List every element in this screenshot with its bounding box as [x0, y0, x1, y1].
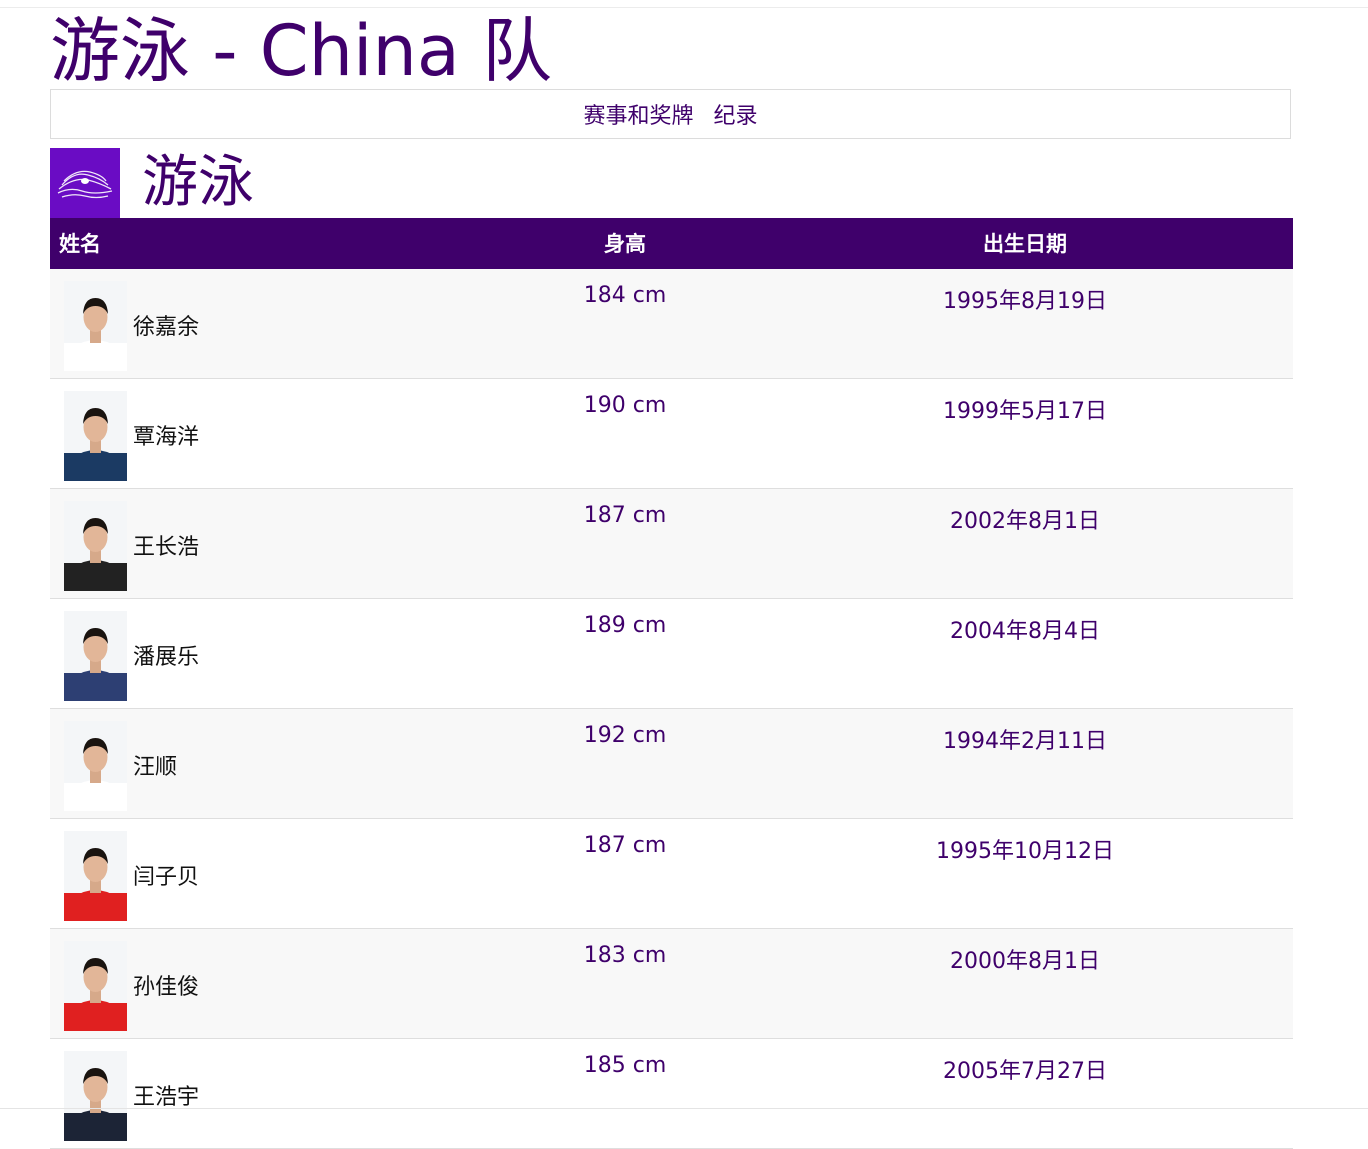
- nav-events-medals[interactable]: 赛事和奖牌: [583, 98, 693, 130]
- athlete-height: 189 cm: [583, 613, 667, 638]
- athlete-photo: [64, 391, 127, 481]
- athlete-photo: [64, 941, 127, 1031]
- page-title: 游泳 - China 队: [50, 10, 552, 92]
- athlete-name-link[interactable]: 潘展乐: [133, 639, 199, 671]
- table-row: 王长浩 187 cm 2002年8月1日: [50, 489, 1293, 599]
- swimming-pictogram-icon: [50, 148, 120, 218]
- athlete-table: 姓名 身高 出生日期 徐嘉余 184 cm 1995年8月19日 覃海洋 190…: [50, 218, 1293, 1149]
- bottom-divider: [0, 1108, 1368, 1109]
- athlete-photo: [64, 501, 127, 591]
- athlete-photo: [64, 1051, 127, 1141]
- athlete-name-link[interactable]: 闫子贝: [133, 859, 199, 891]
- athlete-birthdate: 1995年10月12日: [936, 839, 1114, 864]
- athlete-name-link[interactable]: 王浩宇: [133, 1079, 199, 1111]
- column-header-name: 姓名: [59, 232, 101, 256]
- athlete-height: 187 cm: [583, 503, 667, 528]
- table-row: 潘展乐 189 cm 2004年8月4日: [50, 599, 1293, 709]
- athlete-height: 185 cm: [583, 1053, 667, 1078]
- athlete-height: 190 cm: [583, 393, 667, 418]
- table-row: 汪顺 192 cm 1994年2月11日: [50, 709, 1293, 819]
- athlete-birthdate: 1995年8月19日: [943, 289, 1107, 314]
- athlete-height: 183 cm: [583, 943, 667, 968]
- athlete-birthdate: 2000年8月1日: [950, 949, 1100, 974]
- table-row: 覃海洋 190 cm 1999年5月17日: [50, 379, 1293, 489]
- athlete-name-link[interactable]: 孙佳俊: [133, 969, 199, 1001]
- athlete-photo: [64, 611, 127, 701]
- athlete-name-link[interactable]: 汪顺: [133, 749, 177, 781]
- athlete-birthdate: 2004年8月4日: [950, 619, 1100, 644]
- athlete-height: 192 cm: [583, 723, 667, 748]
- athlete-height: 187 cm: [583, 833, 667, 858]
- athlete-birthdate: 2005年7月27日: [943, 1059, 1107, 1084]
- sub-navigation: 赛事和奖牌 纪录: [50, 89, 1291, 139]
- table-row: 王浩宇 185 cm 2005年7月27日: [50, 1039, 1293, 1149]
- table-header: 姓名 身高 出生日期: [50, 218, 1293, 269]
- athlete-height: 184 cm: [583, 283, 667, 308]
- athlete-name-link[interactable]: 徐嘉余: [133, 309, 199, 341]
- sport-title: 游泳: [142, 150, 254, 215]
- table-row: 徐嘉余 184 cm 1995年8月19日: [50, 269, 1293, 379]
- athlete-birthdate: 1999年5月17日: [943, 399, 1107, 424]
- table-body: 徐嘉余 184 cm 1995年8月19日 覃海洋 190 cm 1999年5月…: [50, 269, 1293, 1149]
- athlete-birthdate: 1994年2月11日: [943, 729, 1107, 754]
- athlete-photo: [64, 831, 127, 921]
- athlete-birthdate: 2002年8月1日: [950, 509, 1100, 534]
- athlete-name-link[interactable]: 覃海洋: [133, 419, 199, 451]
- table-row: 孙佳俊 183 cm 2000年8月1日: [50, 929, 1293, 1039]
- column-header-birthdate: 出生日期: [983, 232, 1067, 256]
- athlete-photo: [64, 721, 127, 811]
- sport-header: 游泳: [50, 148, 254, 218]
- column-header-height: 身高: [604, 232, 646, 256]
- athlete-name-link[interactable]: 王长浩: [133, 529, 199, 561]
- nav-records[interactable]: 纪录: [714, 98, 758, 130]
- athlete-photo: [64, 281, 127, 371]
- table-row: 闫子贝 187 cm 1995年10月12日: [50, 819, 1293, 929]
